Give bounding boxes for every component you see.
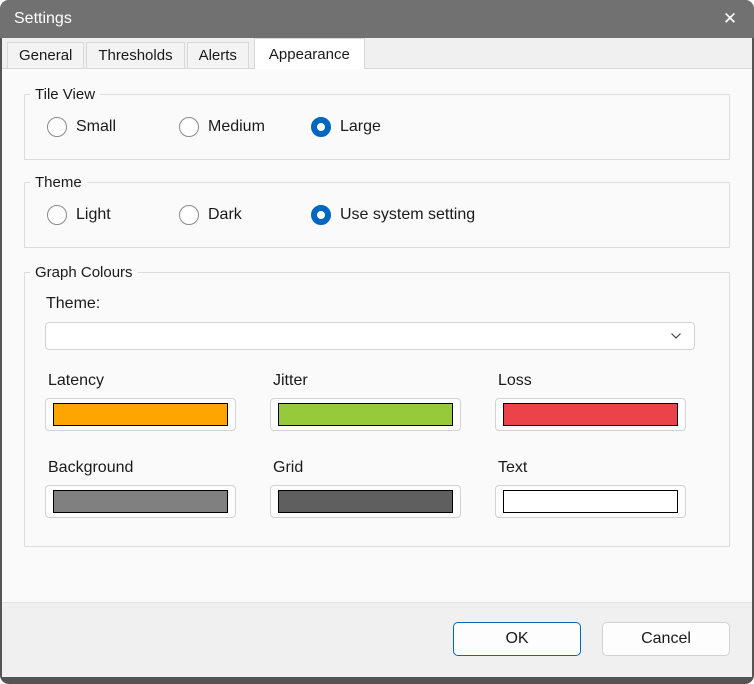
background-colour-swatch xyxy=(53,490,228,513)
radio-large-icon xyxy=(311,117,331,137)
theme-options: Light Dark Use system setting xyxy=(25,191,729,247)
text-colour-swatch xyxy=(503,490,678,513)
theme-legend: Theme xyxy=(35,174,82,191)
cancel-button[interactable]: Cancel xyxy=(602,622,730,656)
graph-colours-inner: Theme: Latency Jitter Loss Background Gr… xyxy=(25,281,729,546)
radio-medium-icon xyxy=(179,117,199,137)
radio-small[interactable]: Small xyxy=(47,117,179,137)
background-label: Background xyxy=(48,459,134,476)
jitter-colour-swatch xyxy=(278,403,453,426)
latency-label: Latency xyxy=(48,372,105,389)
graph-colours-group: Graph Colours Theme: Latency Jitter Loss… xyxy=(24,264,730,547)
latency-colour-button[interactable] xyxy=(45,398,236,431)
chevron-down-icon xyxy=(670,332,682,340)
settings-dialog: Settings ✕ General Thresholds Alerts App… xyxy=(0,0,754,684)
jitter-label: Jitter xyxy=(273,372,308,389)
graph-theme-dropdown[interactable] xyxy=(45,322,695,350)
tab-page-appearance: Tile View Small Medium Large Theme Light… xyxy=(2,69,752,602)
background-colour-button[interactable] xyxy=(45,485,236,518)
tab-thresholds[interactable]: Thresholds xyxy=(86,42,185,68)
title-bar: Settings ✕ xyxy=(0,0,754,38)
ok-button[interactable]: OK xyxy=(453,622,581,656)
loss-colour-button[interactable] xyxy=(495,398,686,431)
graph-theme-label: Theme: xyxy=(46,295,101,312)
radio-large[interactable]: Large xyxy=(311,117,381,137)
radio-light-icon xyxy=(47,205,67,225)
grid-colour-swatch xyxy=(278,490,453,513)
tab-strip: General Thresholds Alerts Appearance xyxy=(2,38,752,69)
close-icon[interactable]: ✕ xyxy=(706,0,754,38)
grid-colour-button[interactable] xyxy=(270,485,461,518)
swatch-grid: Latency Jitter Loss Background Grid Text xyxy=(45,372,709,518)
jitter-colour-button[interactable] xyxy=(270,398,461,431)
graph-colours-legend: Graph Colours xyxy=(35,264,133,281)
radio-small-label: Small xyxy=(76,118,117,135)
button-bar: OK Cancel xyxy=(2,602,752,677)
latency-colour-swatch xyxy=(53,403,228,426)
theme-group: Theme Light Dark Use system setting xyxy=(24,174,730,248)
tab-appearance[interactable]: Appearance xyxy=(253,38,365,69)
dialog-body: General Thresholds Alerts Appearance Til… xyxy=(2,38,752,677)
radio-use-system-setting-label: Use system setting xyxy=(340,206,476,223)
tab-alerts[interactable]: Alerts xyxy=(186,42,249,68)
tile-view-legend: Tile View xyxy=(35,86,96,103)
radio-dark-icon xyxy=(179,205,199,225)
tile-view-group: Tile View Small Medium Large xyxy=(24,86,730,160)
tab-general[interactable]: General xyxy=(7,42,85,68)
radio-large-label: Large xyxy=(340,118,381,135)
text-colour-button[interactable] xyxy=(495,485,686,518)
radio-dark[interactable]: Dark xyxy=(179,205,311,225)
radio-light[interactable]: Light xyxy=(47,205,179,225)
radio-medium[interactable]: Medium xyxy=(179,117,311,137)
radio-dark-label: Dark xyxy=(208,206,242,223)
tile-view-options: Small Medium Large xyxy=(25,103,729,159)
radio-use-system-setting[interactable]: Use system setting xyxy=(311,205,475,225)
loss-colour-swatch xyxy=(503,403,678,426)
radio-medium-label: Medium xyxy=(208,118,265,135)
text-label: Text xyxy=(498,459,528,476)
loss-label: Loss xyxy=(498,372,532,389)
radio-use-system-setting-icon xyxy=(311,205,331,225)
window-title: Settings xyxy=(14,10,72,27)
grid-label: Grid xyxy=(273,459,304,476)
radio-small-icon xyxy=(47,117,67,137)
radio-light-label: Light xyxy=(76,206,111,223)
